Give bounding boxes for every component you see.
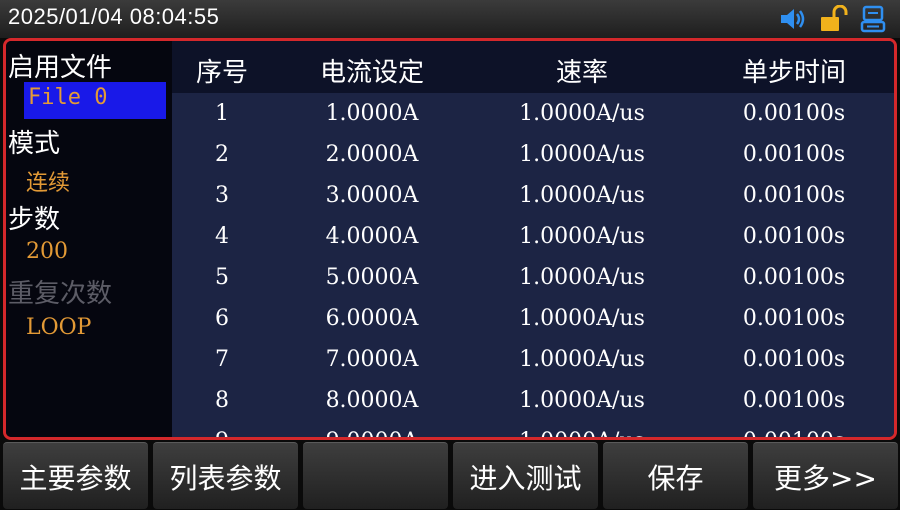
table-row-partial[interactable]: 9 9.0000A 1.0000A/us 0.00100s: [172, 429, 894, 437]
softkey-label: 列表参数: [169, 462, 282, 495]
mode-label: 模式: [8, 129, 61, 159]
mode-value[interactable]: 连续: [26, 165, 70, 197]
cell-rate: 1.0000A/us: [519, 183, 645, 208]
cell-rate: 1.0000A/us: [519, 265, 645, 290]
cell-rate: 1.0000A/us: [519, 142, 645, 167]
cell-time: 0.00100s: [742, 347, 846, 372]
cell-time: 0.00100s: [742, 183, 846, 208]
table-row[interactable]: 5 5.0000A 1.0000A/us 0.00100s: [172, 259, 894, 300]
cell-rate: 1.0000A/us: [519, 224, 645, 249]
blank-softkey[interactable]: [303, 442, 448, 509]
cell-index: 7: [215, 347, 229, 372]
cell-index: 2: [215, 142, 229, 167]
cell-time: 0.00100s: [742, 306, 846, 331]
cell-rate: 1.0000A/us: [519, 306, 645, 331]
table-row[interactable]: 8 8.0000A 1.0000A/us 0.00100s: [172, 382, 894, 423]
softkey-label: 更多>>: [774, 462, 877, 495]
main-panel: 启用文件 File 0 模式 连续 步数 200 重复次数 LOOP 序号 电流…: [3, 38, 897, 440]
enabled-file-field[interactable]: File 0: [24, 82, 166, 119]
steps-value[interactable]: 200: [26, 239, 68, 264]
table-row[interactable]: 1 1.0000A 1.0000A/us 0.00100s: [172, 95, 894, 136]
cell-current: 4.0000A: [325, 224, 419, 249]
list-table: 序号 电流设定 速率 单步时间 1 1.0000A 1.0000A/us 0.0…: [172, 41, 894, 437]
cell-index: 1: [215, 101, 229, 126]
cell-index: 6: [215, 306, 229, 331]
steps-label: 步数: [8, 205, 61, 235]
cell-time: 0.00100s: [742, 388, 846, 413]
header-step-time: 单步时间: [741, 58, 847, 88]
cell-rate: 1.0000A/us: [519, 101, 645, 126]
unlock-icon[interactable]: [818, 5, 848, 33]
cell-rate: 1.0000A/us: [519, 429, 645, 437]
enter-test-softkey[interactable]: 进入测试: [453, 442, 598, 509]
main-params-softkey[interactable]: 主要参数: [3, 442, 148, 509]
header-index: 序号: [195, 58, 249, 88]
header-current-setting: 电流设定: [319, 58, 425, 88]
cell-time: 0.00100s: [742, 142, 846, 167]
table-row[interactable]: 4 4.0000A 1.0000A/us 0.00100s: [172, 218, 894, 259]
table-row[interactable]: 2 2.0000A 1.0000A/us 0.00100s: [172, 136, 894, 177]
cell-current: 3.0000A: [325, 183, 419, 208]
cell-index: 4: [215, 224, 229, 249]
softkey-label: 保存: [647, 462, 704, 495]
cell-current: 8.0000A: [325, 388, 419, 413]
softkey-label: 进入测试: [469, 462, 582, 495]
cell-index: 3: [215, 183, 229, 208]
repeat-count-value[interactable]: LOOP: [26, 315, 91, 340]
cell-time: 0.00100s: [742, 101, 846, 126]
header-slew-rate: 速率: [555, 58, 609, 88]
cell-current: 9.0000A: [326, 429, 419, 437]
cell-current: 7.0000A: [325, 347, 419, 372]
cell-rate: 1.0000A/us: [519, 347, 645, 372]
table-row[interactable]: 6 6.0000A 1.0000A/us 0.00100s: [172, 300, 894, 341]
cell-current: 1.0000A: [325, 101, 419, 126]
cell-time: 0.00100s: [743, 429, 845, 437]
table-row[interactable]: 7 7.0000A 1.0000A/us 0.00100s: [172, 341, 894, 382]
status-bar: 2025/01/04 08:04:55: [0, 0, 900, 38]
datetime-display: 2025/01/04 08:04:55: [8, 4, 220, 29]
cell-current: 6.0000A: [325, 306, 419, 331]
cell-current: 2.0000A: [325, 142, 419, 167]
speaker-icon[interactable]: [778, 5, 808, 33]
more-softkey[interactable]: 更多>>: [753, 442, 898, 509]
cell-index: 9: [215, 429, 229, 437]
cell-time: 0.00100s: [742, 265, 846, 290]
cell-rate: 1.0000A/us: [519, 388, 645, 413]
softkey-label: 主要参数: [19, 462, 132, 495]
cell-index: 8: [215, 388, 229, 413]
list-params-softkey[interactable]: 列表参数: [153, 442, 298, 509]
enabled-file-value: File 0: [28, 85, 108, 110]
device-icon[interactable]: [858, 5, 888, 33]
save-softkey[interactable]: 保存: [603, 442, 748, 509]
table-row[interactable]: 3 3.0000A 1.0000A/us 0.00100s: [172, 177, 894, 218]
repeat-count-label: 重复次数: [8, 279, 113, 309]
cell-index: 5: [215, 265, 229, 290]
cell-current: 5.0000A: [325, 265, 419, 290]
cell-time: 0.00100s: [742, 224, 846, 249]
enabled-file-label: 启用文件: [8, 53, 113, 83]
parameter-sidebar: 启用文件 File 0 模式 连续 步数 200 重复次数 LOOP: [6, 41, 172, 437]
table-header: 序号 电流设定 速率 单步时间: [172, 41, 894, 93]
